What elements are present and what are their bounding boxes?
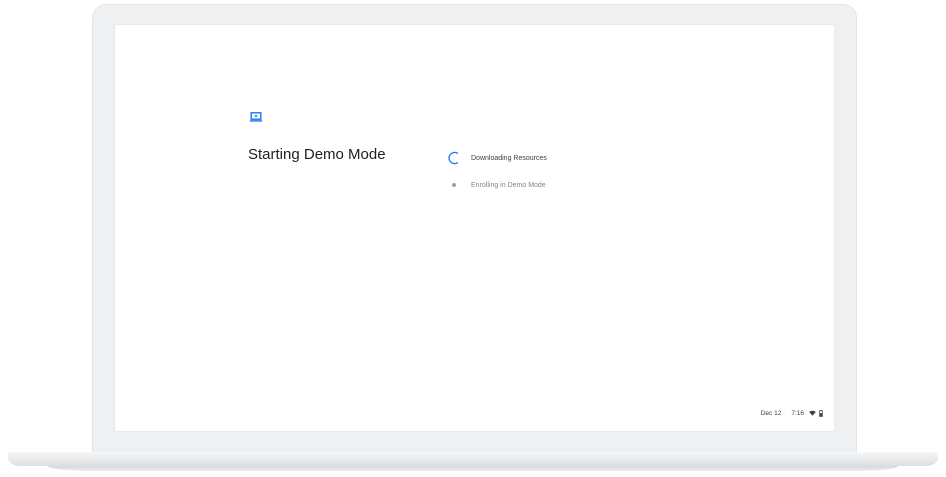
step-label: Enrolling in Demo Mode [471, 181, 546, 189]
laptop-base-lip [48, 466, 898, 471]
step-label: Downloading Resources [471, 154, 547, 162]
laptop-screen: Starting Demo Mode Downloading Resources… [115, 25, 834, 431]
status-tray[interactable]: Dec 12 7:16 [761, 407, 826, 419]
tray-time: 7:16 [791, 409, 804, 417]
step-downloading-resources: Downloading Resources [447, 150, 547, 166]
page-title: Starting Demo Mode [248, 146, 386, 163]
battery-icon [819, 409, 823, 417]
step-enrolling-demo-mode: Enrolling in Demo Mode [447, 177, 546, 193]
laptop-icon [250, 112, 262, 122]
laptop-base [8, 452, 938, 466]
wifi-icon [809, 410, 816, 416]
tray-date: Dec 12 [760, 409, 782, 417]
pending-dot-icon [452, 183, 456, 187]
laptop-mockup: Starting Demo Mode Downloading Resources… [0, 0, 946, 477]
spinner-icon [447, 151, 461, 165]
